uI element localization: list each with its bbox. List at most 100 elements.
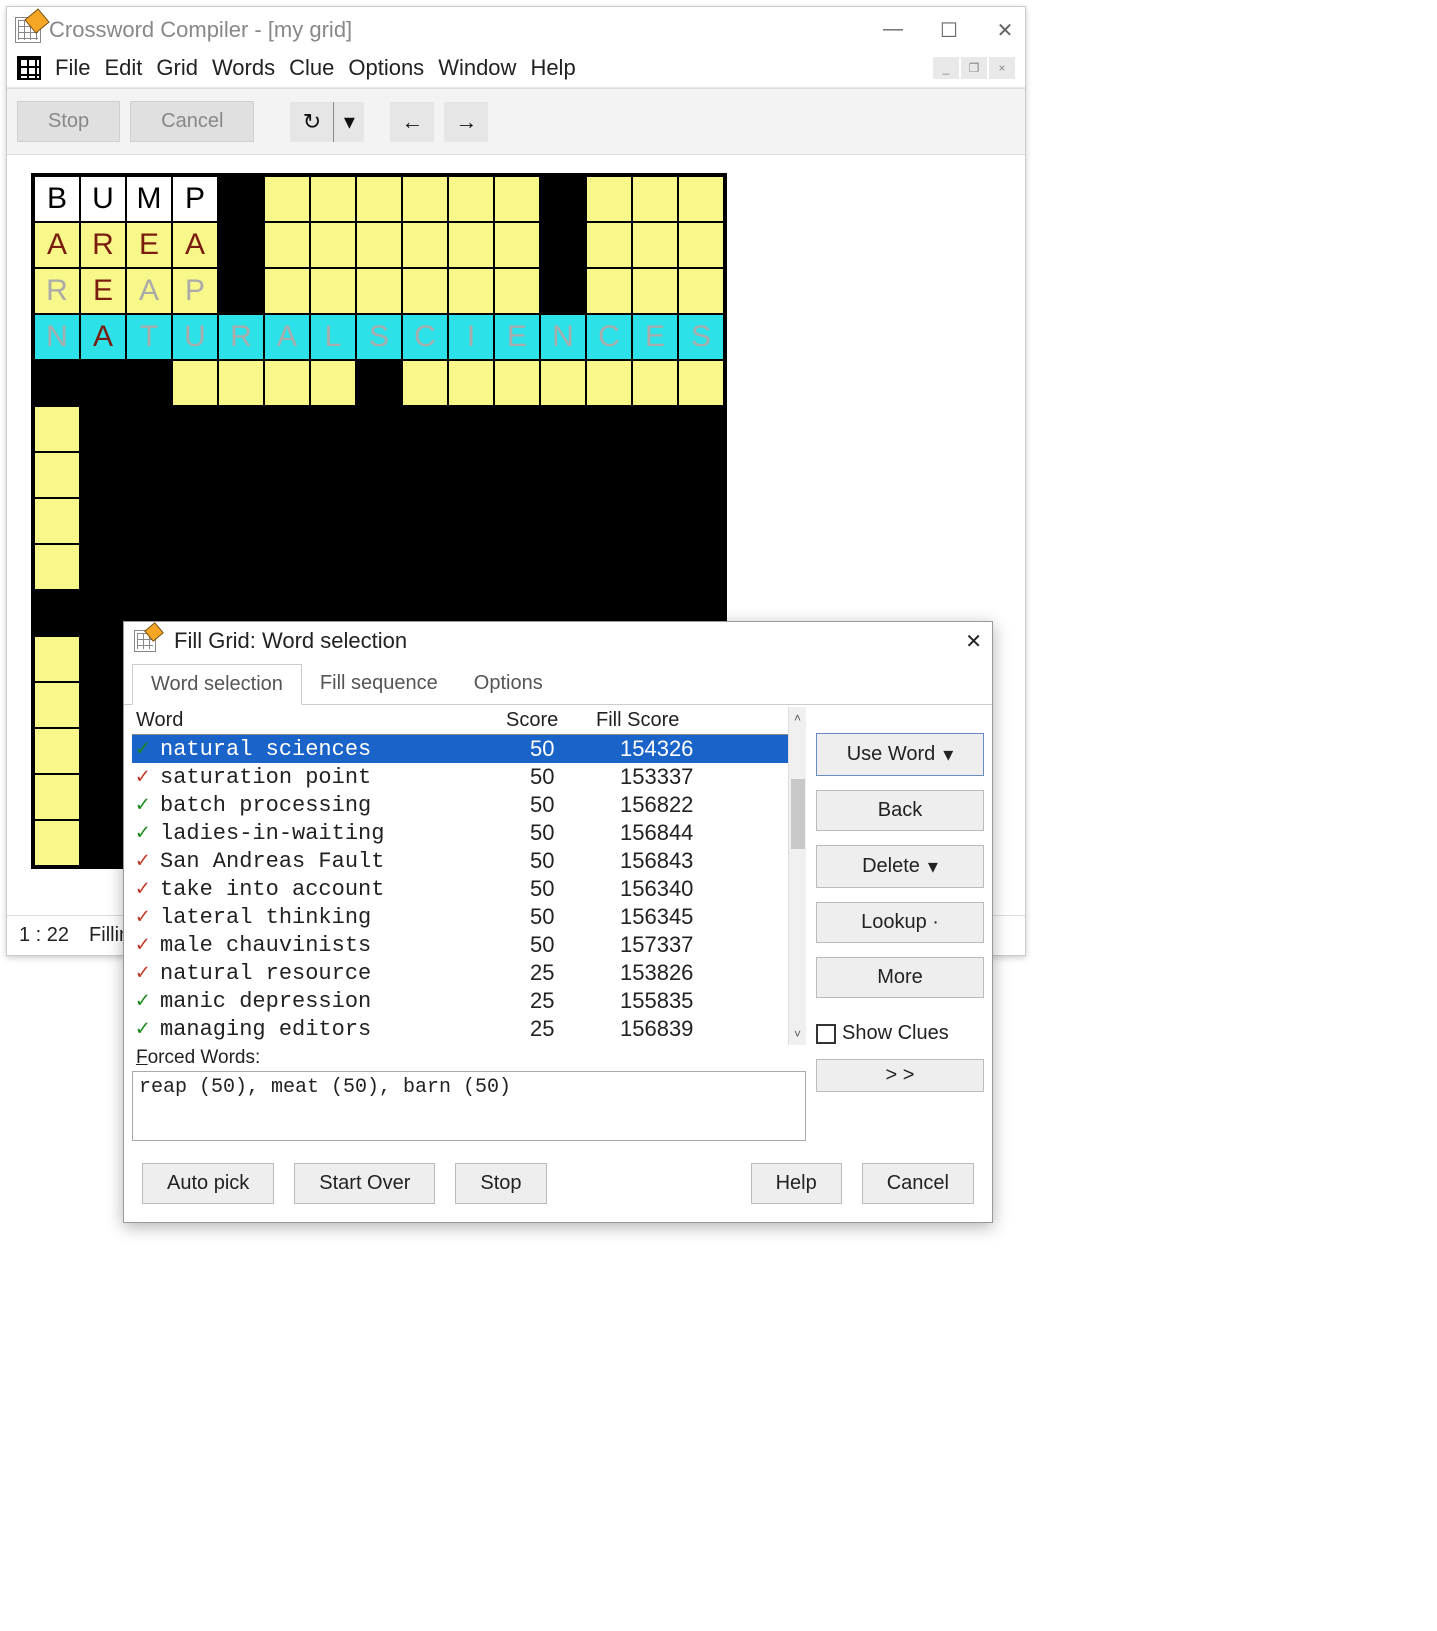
- tab-fill-sequence[interactable]: Fill sequence: [302, 664, 456, 704]
- grid-cell[interactable]: [586, 360, 632, 406]
- scroll-thumb[interactable]: [791, 779, 805, 849]
- dlg-cancel-button[interactable]: Cancel: [862, 1163, 974, 1204]
- grid-cell[interactable]: [586, 176, 632, 222]
- scrollbar[interactable]: ˄ ˅: [788, 707, 806, 1045]
- grid-cell[interactable]: [34, 544, 80, 590]
- menu-file[interactable]: File: [55, 55, 90, 81]
- word-list-row[interactable]: ✓natural sciences50154326: [132, 735, 788, 763]
- grid-cell[interactable]: P: [172, 268, 218, 314]
- word-list-row[interactable]: ✓batch processing50156822: [132, 791, 788, 819]
- delete-button[interactable]: Delete▾: [816, 845, 984, 888]
- lookup-button[interactable]: Lookup ·: [816, 902, 984, 943]
- col-score[interactable]: Score: [506, 709, 596, 732]
- grid-cell[interactable]: [218, 176, 264, 222]
- mdi-rest-icon[interactable]: ❐: [961, 57, 987, 79]
- grid-cell[interactable]: [678, 268, 724, 314]
- grid-cell[interactable]: N: [540, 314, 586, 360]
- grid-cell[interactable]: [678, 222, 724, 268]
- grid-cell[interactable]: [632, 176, 678, 222]
- grid-cell[interactable]: P: [172, 176, 218, 222]
- refresh-icon[interactable]: ↻: [290, 102, 334, 142]
- menu-window[interactable]: Window: [438, 55, 516, 81]
- menu-grid[interactable]: Grid: [156, 55, 198, 81]
- grid-cell[interactable]: [356, 268, 402, 314]
- grid-cell[interactable]: T: [126, 314, 172, 360]
- checkbox-icon[interactable]: [816, 1024, 836, 1044]
- grid-cell[interactable]: [218, 360, 264, 406]
- grid-cell[interactable]: [678, 176, 724, 222]
- grid-cell[interactable]: A: [80, 314, 126, 360]
- show-clues-checkbox[interactable]: Show Clues: [816, 1022, 984, 1045]
- use-word-button[interactable]: Use Word▾: [816, 733, 984, 776]
- grid-cell[interactable]: A: [126, 268, 172, 314]
- word-list-row[interactable]: ✓San Andreas Fault50156843: [132, 847, 788, 875]
- grid-cell[interactable]: [448, 176, 494, 222]
- grid-cell[interactable]: [402, 222, 448, 268]
- tab-word-selection[interactable]: Word selection: [132, 664, 302, 705]
- grid-cell[interactable]: [264, 268, 310, 314]
- grid-cell[interactable]: E: [80, 268, 126, 314]
- grid-cell[interactable]: E: [494, 314, 540, 360]
- grid-cell[interactable]: [356, 360, 402, 406]
- mdi-close-icon[interactable]: ×: [989, 57, 1015, 79]
- refresh-dropdown-icon[interactable]: ▾: [334, 102, 364, 142]
- grid-cell[interactable]: S: [678, 314, 724, 360]
- menu-words[interactable]: Words: [212, 55, 275, 81]
- grid-cell[interactable]: [448, 360, 494, 406]
- menu-clue[interactable]: Clue: [289, 55, 334, 81]
- word-list-row[interactable]: ✓managing editors25156839: [132, 1015, 788, 1043]
- grid-cell[interactable]: [34, 498, 80, 544]
- grid-cell[interactable]: [356, 222, 402, 268]
- help-button[interactable]: Help: [751, 1163, 842, 1204]
- grid-cell[interactable]: A: [172, 222, 218, 268]
- grid-cell[interactable]: [632, 360, 678, 406]
- grid-cell[interactable]: R: [218, 314, 264, 360]
- menu-edit[interactable]: Edit: [104, 55, 142, 81]
- grid-cell[interactable]: C: [586, 314, 632, 360]
- grid-cell[interactable]: A: [264, 314, 310, 360]
- word-list-row[interactable]: ✓male chauvinists50157337: [132, 931, 788, 959]
- grid-cell[interactable]: R: [34, 268, 80, 314]
- grid-cell[interactable]: [264, 176, 310, 222]
- maximize-icon[interactable]: ☐: [937, 18, 961, 43]
- back-button[interactable]: Back: [816, 790, 984, 831]
- grid-cell[interactable]: [126, 360, 172, 406]
- grid-cell[interactable]: S: [356, 314, 402, 360]
- forward-icon[interactable]: →: [444, 102, 488, 142]
- grid-cell[interactable]: [632, 222, 678, 268]
- dlg-stop-button[interactable]: Stop: [455, 1163, 546, 1204]
- grid-cell[interactable]: E: [126, 222, 172, 268]
- grid-cell[interactable]: [264, 360, 310, 406]
- grid-cell[interactable]: [540, 360, 586, 406]
- grid-cell[interactable]: A: [34, 222, 80, 268]
- grid-cell[interactable]: [540, 176, 586, 222]
- auto-pick-button[interactable]: Auto pick: [142, 1163, 274, 1204]
- grid-cell[interactable]: [218, 268, 264, 314]
- close-icon[interactable]: ✕: [993, 18, 1017, 43]
- menu-help[interactable]: Help: [530, 55, 575, 81]
- doc-icon[interactable]: [17, 56, 41, 80]
- grid-cell[interactable]: [402, 268, 448, 314]
- grid-cell[interactable]: B: [34, 176, 80, 222]
- grid-cell[interactable]: [540, 222, 586, 268]
- expand-button[interactable]: > >: [816, 1059, 984, 1092]
- grid-cell[interactable]: [34, 774, 80, 820]
- grid-cell[interactable]: [494, 360, 540, 406]
- more-button[interactable]: More: [816, 957, 984, 998]
- grid-cell[interactable]: [448, 268, 494, 314]
- grid-cell[interactable]: [632, 268, 678, 314]
- grid-cell[interactable]: [218, 222, 264, 268]
- scroll-down-icon[interactable]: ˅: [794, 1023, 801, 1045]
- grid-cell[interactable]: [34, 682, 80, 728]
- start-over-button[interactable]: Start Over: [294, 1163, 435, 1204]
- grid-cell[interactable]: [310, 222, 356, 268]
- stop-button[interactable]: Stop: [17, 101, 120, 142]
- grid-cell[interactable]: [34, 820, 80, 866]
- grid-cell[interactable]: [448, 222, 494, 268]
- grid-cell[interactable]: [34, 452, 80, 498]
- grid-cell[interactable]: E: [632, 314, 678, 360]
- grid-cell[interactable]: N: [34, 314, 80, 360]
- forced-words-box[interactable]: reap (50), meat (50), barn (50): [132, 1071, 806, 1141]
- word-list-row[interactable]: ✓take into account50156340: [132, 875, 788, 903]
- word-list-row[interactable]: ✓ladies-in-waiting50156844: [132, 819, 788, 847]
